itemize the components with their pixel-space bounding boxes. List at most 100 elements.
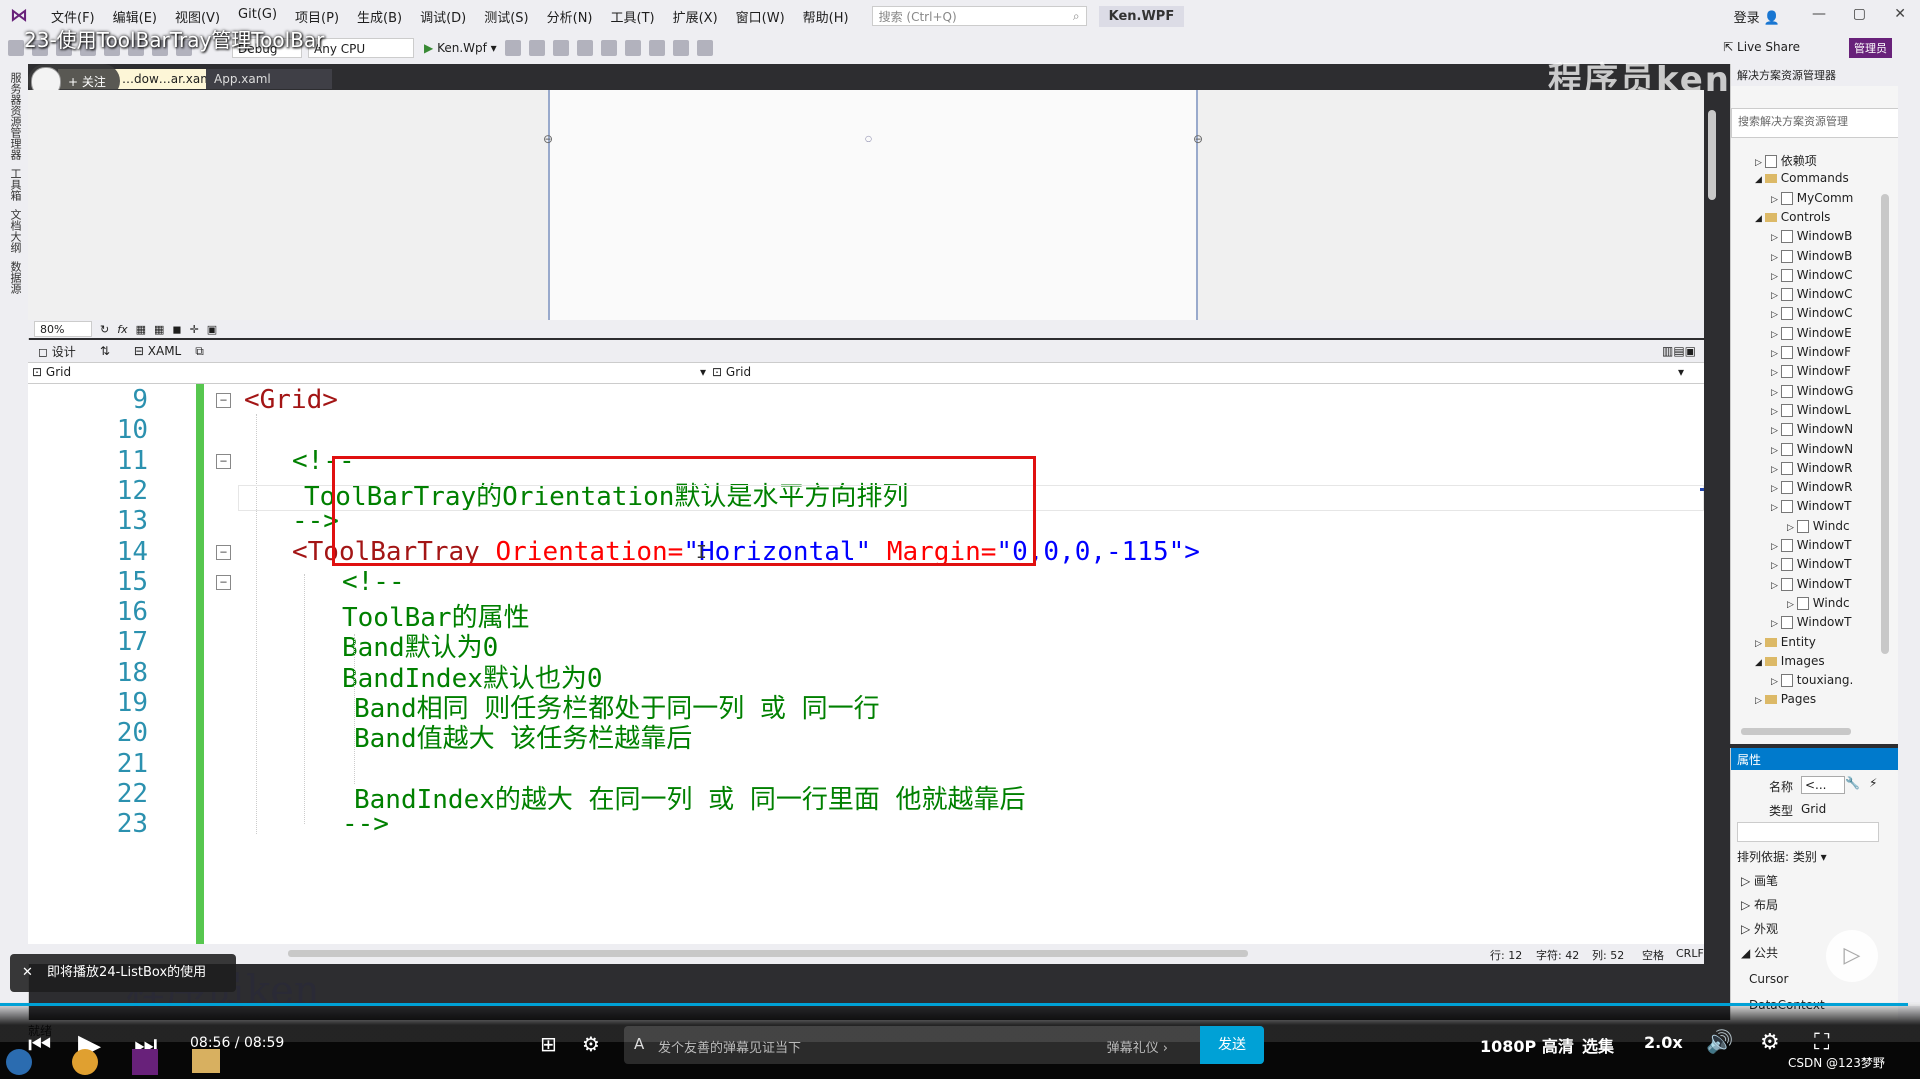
expand-arrow-icon[interactable]: ▷ [1771, 677, 1781, 687]
visual-studio-taskbar-icon[interactable] [132, 1049, 158, 1075]
expand-arrow-icon[interactable]: ▷ [1787, 523, 1797, 533]
expand-arrow-icon[interactable]: ◢ [1755, 658, 1765, 668]
artboard-icon[interactable]: ◼ [172, 323, 181, 336]
expand-arrow-icon[interactable]: ▷ [1755, 158, 1765, 168]
left-strip-tab[interactable]: 文档大纲 [7, 209, 23, 253]
expand-arrow-icon[interactable]: ▷ [1771, 484, 1781, 494]
danmaku-toggle-icon[interactable]: ⊞ [540, 1032, 557, 1056]
tree-item[interactable]: ▷ MyComm [1771, 191, 1853, 205]
menu-item[interactable]: 编辑(E) [104, 7, 166, 26]
tree-item[interactable]: ▷ WindowC [1771, 287, 1853, 302]
solution-search-input[interactable]: 搜索解决方案资源管理 [1731, 108, 1920, 138]
tree-item[interactable]: ▷ 依赖项 [1755, 152, 1817, 169]
bookmark-icon[interactable] [648, 40, 665, 56]
tree-item[interactable]: ▷ WindowT [1771, 577, 1851, 591]
expand-arrow-icon[interactable]: ▷ [1755, 639, 1765, 649]
quality-button[interactable]: 1080P 高清 [1480, 1033, 1574, 1057]
events-icon[interactable]: ⚡ [1869, 776, 1877, 790]
tree-item[interactable]: ▷ WindowR [1771, 461, 1852, 475]
danmaku-etiquette-link[interactable]: 弹幕礼仪 › [1107, 1037, 1168, 1056]
menu-item[interactable]: 帮助(H) [794, 7, 858, 26]
tree-item[interactable]: ▷ WindowT [1771, 538, 1851, 552]
resize-handle-right-icon[interactable]: ⊖ [1193, 132, 1203, 146]
episodes-button[interactable]: 选集 [1582, 1033, 1614, 1057]
search-input[interactable]: 搜索 (Ctrl+Q) ⌕ [871, 6, 1087, 26]
back-icon[interactable] [8, 40, 24, 56]
wrench-icon[interactable]: 🔧 [1845, 776, 1860, 790]
tree-item[interactable]: ▷ WindowR [1771, 480, 1852, 495]
editor-hscrollbar[interactable] [288, 950, 1248, 957]
tab-app-xaml[interactable]: App.xaml [206, 69, 332, 89]
split-layout-icons[interactable]: ▥▤▣ [1662, 344, 1696, 358]
live-share-button[interactable]: ⇱ Live Share [1723, 40, 1800, 54]
menu-item[interactable]: Git(G) [229, 7, 286, 26]
expand-arrow-icon[interactable]: ◢ [1755, 175, 1765, 185]
tree-item[interactable]: ▷ WindowB [1771, 229, 1852, 244]
snap-grid-icon[interactable]: ▦ [154, 323, 164, 336]
hot-reload-icon[interactable] [504, 40, 521, 56]
tree-item[interactable]: ▷ Pages [1755, 692, 1816, 706]
tree-item[interactable]: ▷ WindowC [1771, 306, 1853, 321]
property-group[interactable]: ◢ 公共 [1741, 944, 1778, 961]
property-group[interactable]: ▷ 布局 [1741, 896, 1778, 913]
speed-button[interactable]: 2.0x [1644, 1033, 1683, 1052]
expand-arrow-icon[interactable]: ▷ [1771, 581, 1781, 591]
property-group[interactable]: ▷ 外观 [1741, 920, 1778, 937]
expand-arrow-icon[interactable]: ◢ [1755, 214, 1765, 224]
collapse-icon[interactable]: − [216, 574, 231, 590]
expand-arrow-icon[interactable]: ▷ [1771, 619, 1781, 629]
tree-item[interactable]: ◢ Commands [1755, 171, 1849, 185]
swap-panes-icon[interactable]: ⇅ [100, 344, 110, 358]
expand-arrow-icon[interactable]: ▷ [1771, 233, 1781, 243]
close-toast-icon[interactable]: ✕ [22, 965, 33, 980]
prev-bookmark-icon[interactable] [672, 40, 689, 56]
name-field[interactable]: <... [1801, 776, 1845, 794]
menu-item[interactable]: 分析(N) [538, 7, 602, 26]
property-group[interactable]: ▷ 画笔 [1741, 872, 1778, 889]
close-window-button[interactable]: ✕ [1894, 6, 1906, 22]
format-icon[interactable] [576, 40, 593, 56]
collapse-icon[interactable]: − [216, 453, 231, 469]
project-code-icon[interactable]: ▣ [207, 323, 217, 336]
menu-item[interactable]: 文件(F) [42, 7, 104, 26]
tree-item[interactable]: ▷ WindowN [1771, 442, 1853, 456]
collapse-icon[interactable]: − [216, 544, 231, 560]
breadcrumb-right-dropdown-icon[interactable]: ▾ [1678, 365, 1684, 379]
screenshot-icon[interactable] [528, 40, 545, 56]
tree-item[interactable]: ▷ WindowF [1771, 345, 1851, 359]
xaml-designer[interactable]: ⊖ ○ ⊖ [28, 90, 1716, 336]
grid-icon[interactable]: ▦ [136, 323, 146, 336]
explorer-icon[interactable] [192, 1049, 220, 1073]
expand-arrow-icon[interactable]: ▷ [1771, 195, 1781, 205]
comment-icon[interactable] [600, 40, 617, 56]
expand-arrow-icon[interactable]: ▷ [1787, 600, 1797, 610]
send-danmaku-button[interactable]: 发送 [1200, 1026, 1264, 1064]
menu-item[interactable]: 测试(S) [475, 7, 537, 26]
property-field[interactable]: Cursor [1749, 972, 1788, 986]
menu-item[interactable]: 视图(V) [166, 7, 229, 26]
tree-item[interactable]: ▷ WindowE [1771, 326, 1852, 340]
solution-vscrollbar[interactable] [1881, 194, 1889, 654]
menu-item[interactable]: 窗口(W) [727, 7, 794, 26]
left-strip-tab[interactable]: 工具箱 [7, 168, 23, 201]
danmaku-style-icon[interactable]: A [634, 1035, 644, 1053]
breadcrumb-left-dropdown-icon[interactable]: ▾ [700, 365, 706, 379]
fx-icon[interactable]: fx [117, 323, 127, 336]
expand-arrow-icon[interactable]: ▷ [1771, 388, 1781, 398]
sort-selector[interactable]: 排列依据: 类别 ▾ [1737, 848, 1827, 865]
tab-design[interactable]: ◻ 设计 [38, 343, 76, 360]
designer-vscrollbar[interactable] [1708, 110, 1716, 200]
properties-search-input[interactable] [1737, 822, 1879, 842]
tree-item[interactable]: ▷ WindowC [1771, 268, 1853, 282]
solution-hscrollbar[interactable] [1741, 728, 1851, 735]
expand-arrow-icon[interactable]: ▷ [1771, 310, 1781, 320]
player-settings-icon[interactable]: ⚙ [1760, 1030, 1780, 1055]
menu-item[interactable]: 项目(P) [286, 7, 348, 26]
start-icon[interactable] [6, 1049, 32, 1075]
expand-arrow-icon[interactable]: ▷ [1771, 561, 1781, 571]
tree-item[interactable]: ▷ WindowL [1771, 403, 1851, 417]
run-button[interactable]: ▶ Ken.Wpf ▾ [424, 41, 497, 55]
danmaku-settings-icon[interactable]: ⚙ [582, 1032, 600, 1056]
left-strip-tab[interactable]: 数据源 [7, 261, 23, 294]
tree-item[interactable]: ▷ Entity [1755, 635, 1816, 649]
